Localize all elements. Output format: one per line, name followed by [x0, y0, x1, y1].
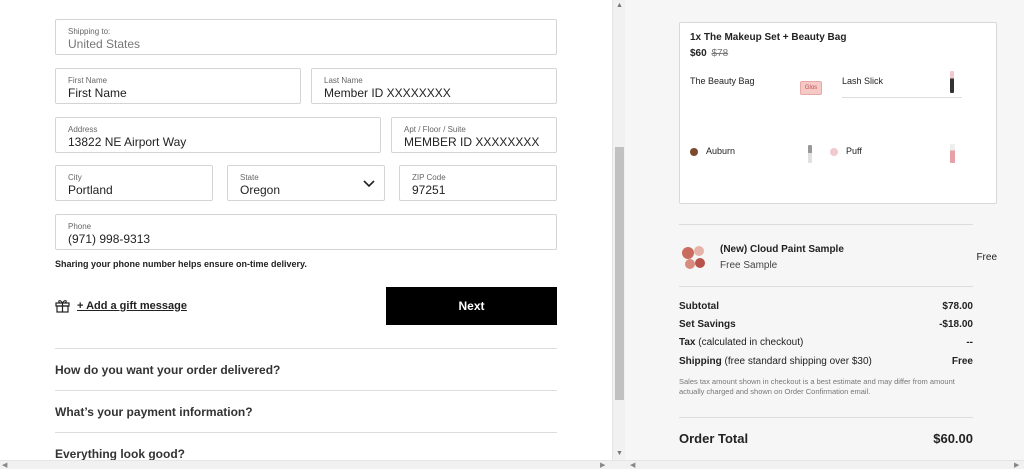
subtotal-value: $78.00: [942, 301, 973, 312]
address-value[interactable]: 13822 NE Airport Way: [68, 135, 186, 149]
tax-label: Tax: [679, 337, 696, 348]
delivery-section[interactable]: How do you want your order delivered?: [55, 348, 557, 390]
gift-icon: [55, 300, 70, 313]
product-title: 1x The Makeup Set + Beauty Bag: [690, 32, 847, 43]
tax-value: --: [966, 337, 973, 348]
phone-value[interactable]: (971) 998-9313: [68, 232, 150, 246]
set-savings-row: Set Savings -$18.00: [679, 319, 973, 330]
sample-item: (New) Cloud Paint Sample Free Sample Fre…: [679, 240, 997, 276]
auburn-swatch: [690, 147, 698, 156]
first-name-label: First Name: [68, 76, 108, 85]
scroll-left-arrow-icon[interactable]: ◀: [2, 461, 7, 469]
sample-sub: Free Sample: [720, 260, 778, 271]
shipping-note: (free standard shipping over $30): [721, 356, 872, 367]
add-gift-message-link[interactable]: + Add a gift message: [55, 298, 187, 313]
divider: [679, 286, 973, 287]
order-total-row: Order Total $60.00: [679, 431, 973, 446]
state-label: State: [240, 173, 259, 182]
payment-section[interactable]: What’s your payment information?: [55, 390, 557, 432]
subtotal-label: Subtotal: [679, 301, 719, 312]
address-field[interactable]: Address 13822 NE Airport Way: [55, 117, 381, 153]
puff-swatch: [830, 147, 838, 156]
tax-note: (calculated in checkout): [695, 337, 804, 348]
scroll-right-arrow-icon[interactable]: ▶: [1014, 461, 1019, 469]
lash-slick-image: [950, 71, 954, 93]
horizontal-scrollbar[interactable]: ◀ ▶ ◀ ▶: [0, 460, 1024, 469]
item-auburn: Auburn: [690, 146, 735, 156]
scroll-down-arrow-icon[interactable]: ▼: [616, 450, 623, 457]
item-lash-slick: Lash Slick: [842, 76, 884, 86]
scroll-right-arrow-icon[interactable]: ▶: [600, 461, 605, 469]
chevron-down-icon[interactable]: [362, 179, 376, 189]
puff-product-image: [950, 144, 955, 163]
subtotal-row: Subtotal $78.00: [679, 301, 973, 312]
product-price: $60 $78: [690, 48, 728, 59]
shipping-to-value: United States: [68, 37, 141, 51]
zip-label: ZIP Code: [412, 173, 446, 182]
set-savings-value: -$18.00: [939, 319, 973, 330]
item-divider: [842, 97, 962, 98]
first-name-field[interactable]: First Name First Name: [55, 68, 301, 104]
first-name-value[interactable]: First Name: [68, 86, 127, 100]
shipping-form-pane: Shipping to: United States First Name Fi…: [0, 0, 612, 460]
apt-value[interactable]: MEMBER ID XXXXXXXX: [404, 135, 539, 149]
current-price: $60: [690, 48, 707, 59]
order-total-label: Order Total: [679, 431, 749, 446]
tax-row: Tax (calculated in checkout) --: [679, 337, 973, 348]
product-card: 1x The Makeup Set + Beauty Bag $60 $78 T…: [679, 22, 997, 204]
item-puff: Puff: [830, 146, 862, 156]
phone-note: Sharing your phone number helps ensure o…: [55, 259, 307, 269]
city-value[interactable]: Portland: [68, 183, 113, 197]
shipping-value: Free: [951, 356, 973, 367]
order-summary-pane: 1x The Makeup Set + Beauty Bag $60 $78 T…: [625, 0, 1024, 460]
shipping-to-label: Shipping to:: [68, 27, 111, 36]
scroll-left-arrow-icon[interactable]: ◀: [630, 461, 635, 469]
address-label: Address: [68, 125, 98, 134]
state-value[interactable]: Oregon: [240, 183, 280, 197]
original-price: $78: [711, 48, 729, 59]
divider: [679, 224, 973, 225]
state-select[interactable]: State Oregon: [227, 165, 385, 201]
next-button[interactable]: Next: [386, 287, 557, 325]
last-name-value[interactable]: Member ID XXXXXXXX: [324, 86, 451, 100]
sample-name: (New) Cloud Paint Sample: [720, 244, 844, 255]
shipping-country-field: Shipping to: United States: [55, 19, 557, 55]
divider: [679, 417, 973, 418]
last-name-field[interactable]: Last Name Member ID XXXXXXXX: [311, 68, 557, 104]
puff-label: Puff: [846, 146, 862, 156]
zip-value[interactable]: 97251: [412, 183, 445, 197]
scrollbar-thumb[interactable]: [615, 147, 624, 400]
phone-field[interactable]: Phone (971) 998-9313: [55, 214, 557, 250]
item-beauty-bag: The Beauty Bag: [690, 76, 755, 86]
auburn-product-image: [808, 145, 812, 163]
scroll-up-arrow-icon[interactable]: ▲: [616, 2, 623, 9]
phone-label: Phone: [68, 222, 92, 231]
apt-label: Apt / Floor / Suite: [404, 125, 466, 134]
shipping-row: Shipping (free standard shipping over $3…: [679, 356, 973, 367]
shipping-label: Shipping: [679, 356, 722, 367]
city-field[interactable]: City Portland: [55, 165, 213, 201]
auburn-label: Auburn: [706, 146, 736, 156]
zip-field[interactable]: ZIP Code 97251: [399, 165, 557, 201]
last-name-label: Last Name: [324, 76, 363, 85]
apt-field[interactable]: Apt / Floor / Suite MEMBER ID XXXXXXXX: [391, 117, 557, 153]
tax-disclaimer: Sales tax amount shown in checkout is a …: [679, 377, 955, 396]
set-savings-label: Set Savings: [679, 319, 736, 330]
gift-message-label[interactable]: + Add a gift message: [77, 300, 187, 312]
beauty-bag-image: Glos: [800, 81, 822, 95]
vertical-scrollbar[interactable]: ▲ ▼: [612, 0, 625, 460]
sample-price: Free: [976, 252, 997, 263]
review-section[interactable]: Everything look good?: [55, 432, 557, 460]
cloud-paint-sample-image: [682, 246, 705, 269]
order-total-value: $60.00: [933, 431, 973, 446]
city-label: City: [68, 173, 82, 182]
